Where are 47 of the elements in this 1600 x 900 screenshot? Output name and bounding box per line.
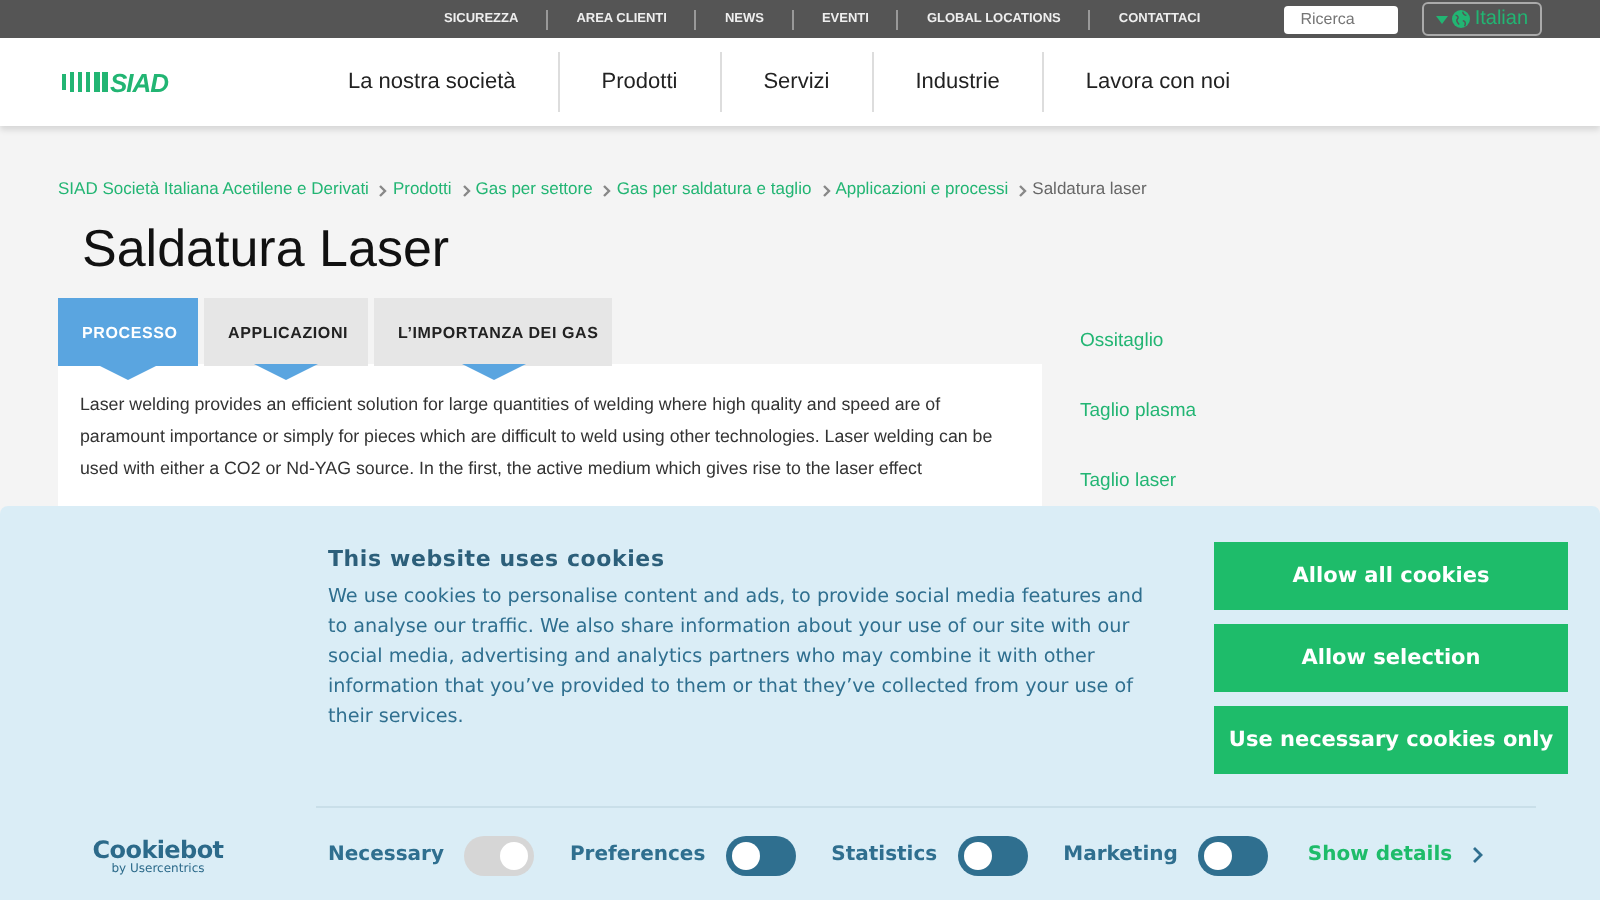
logo-stripes-icon bbox=[58, 70, 110, 94]
nav-item[interactable]: La nostra società bbox=[348, 52, 560, 112]
globe-icon bbox=[1452, 10, 1471, 28]
pointer-icon bbox=[461, 364, 525, 380]
chevron-icon bbox=[461, 184, 472, 198]
side-link[interactable]: Ossitaglio bbox=[1080, 330, 1197, 352]
side-link[interactable]: Taglio laser bbox=[1080, 470, 1197, 492]
breadcrumb-link[interactable]: Gas per saldatura e taglio bbox=[616, 178, 812, 198]
toggle-label: Preferences bbox=[569, 844, 706, 866]
pointer-icon bbox=[96, 364, 160, 380]
cookie-button[interactable]: Allow all cookies bbox=[1214, 542, 1568, 610]
toggle-switch[interactable] bbox=[725, 835, 796, 875]
toggle-switch[interactable] bbox=[1197, 835, 1268, 875]
language-button[interactable]: Italian bbox=[1422, 2, 1543, 36]
chevron-icon bbox=[378, 184, 389, 198]
nav-item[interactable]: Servizi bbox=[721, 52, 874, 112]
body-text: Laser welding provides an efficient solution for large quantities of welding where high quality and speed are of paramount importance or simply for pieces which are difficult to weld using other technologies. Laser welding can be used with either a CO2 or Nd-YAG source. In the first, the active medium which gives rise to the laser effect bbox=[80, 392, 995, 482]
side-link[interactable]: Taglio plasma bbox=[1080, 400, 1197, 422]
caret-icon bbox=[1436, 15, 1449, 23]
nav-item[interactable]: Lavora con noi bbox=[1043, 52, 1273, 112]
toggle-label: Necessary bbox=[328, 844, 444, 866]
page-title: Saldatura Laser bbox=[82, 216, 452, 280]
logo-text[interactable]: SIAD bbox=[110, 67, 169, 97]
pointer-icon bbox=[254, 364, 318, 380]
chevron-icon bbox=[821, 184, 832, 198]
breadcrumb-link[interactable]: SIAD Società Italiana Acetilene e Derivati bbox=[58, 178, 369, 198]
chevron-icon bbox=[1472, 846, 1485, 864]
breadcrumb-current: Saldatura laser bbox=[1032, 178, 1147, 198]
tab[interactable]: APPLICAZIONI bbox=[204, 298, 368, 366]
brand-logo: Cookiebot bbox=[92, 836, 224, 864]
breadcrumb-link[interactable]: Prodotti bbox=[392, 178, 452, 198]
show-details-link[interactable]: Show details bbox=[1307, 844, 1485, 866]
toggle-switch[interactable] bbox=[957, 835, 1028, 875]
breadcrumb-link[interactable]: Applicazioni e processi bbox=[835, 178, 1009, 198]
cookie-button[interactable]: Use necessary cookies only bbox=[1214, 706, 1568, 774]
banner-text: We use cookies to personalise content and ads, to provide social media features and to analyse our traffic. We also share information about your use of our site with our social media, advertising and analytics partners who may combine it with other information that you’ve provided to them or that they’ve collected from your use of their services. bbox=[328, 584, 1146, 732]
toggle-label: Statistics bbox=[831, 844, 938, 866]
search-field[interactable]: Ricerca bbox=[1284, 5, 1399, 33]
chevron-icon bbox=[602, 184, 613, 198]
chevron-icon bbox=[1018, 184, 1029, 198]
breadcrumb-link[interactable]: Gas per settore bbox=[475, 178, 593, 198]
cookie-button[interactable]: Allow selection bbox=[1214, 624, 1568, 692]
tab[interactable]: L’IMPORTANZA DEI GAS bbox=[374, 298, 612, 366]
nav-item[interactable]: Industrie bbox=[873, 52, 1044, 112]
nav-item[interactable]: Prodotti bbox=[559, 52, 722, 112]
banner-title: This website uses cookies bbox=[328, 546, 667, 572]
toggle-label: Marketing bbox=[1063, 844, 1178, 866]
